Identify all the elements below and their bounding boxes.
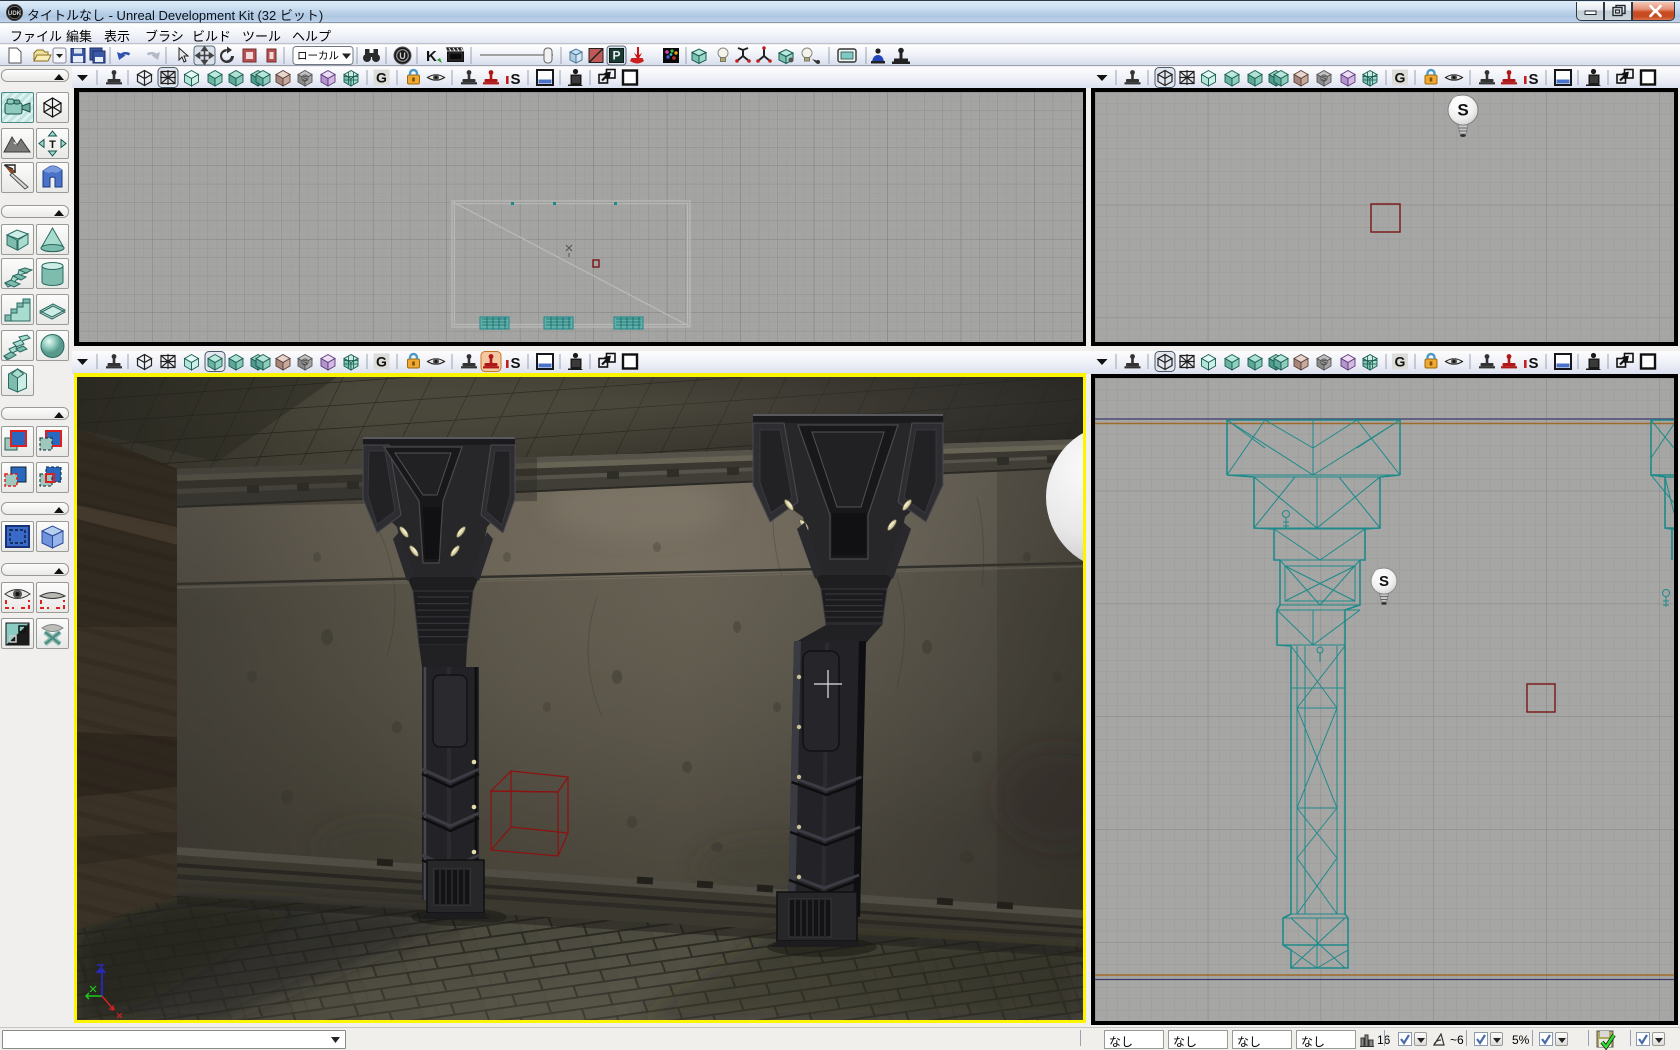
svg-text:G: G (1395, 70, 1406, 86)
svg-text:U: U (399, 51, 406, 61)
svg-text:S: S (303, 76, 308, 83)
svg-text:UDK: UDK (8, 11, 22, 17)
svg-text:S: S (510, 71, 520, 88)
svg-text:S: S (1528, 355, 1538, 372)
svg-text:K: K (426, 48, 437, 65)
svg-text:G: G (376, 70, 387, 86)
svg-text:G: G (1395, 354, 1406, 370)
svg-text:S: S (1322, 76, 1327, 83)
svg-text:S: S (1528, 71, 1538, 88)
svg-text:S: S (303, 360, 308, 367)
svg-text:S: S (1322, 360, 1327, 367)
svg-text:T: T (49, 139, 56, 151)
svg-text:S: S (1379, 573, 1389, 590)
svg-text:S: S (510, 355, 520, 372)
svg-text:S: S (1457, 101, 1468, 120)
svg-text:P: P (612, 49, 620, 63)
svg-text:ローカル: ローカル (297, 50, 339, 62)
svg-text:G: G (376, 354, 387, 370)
